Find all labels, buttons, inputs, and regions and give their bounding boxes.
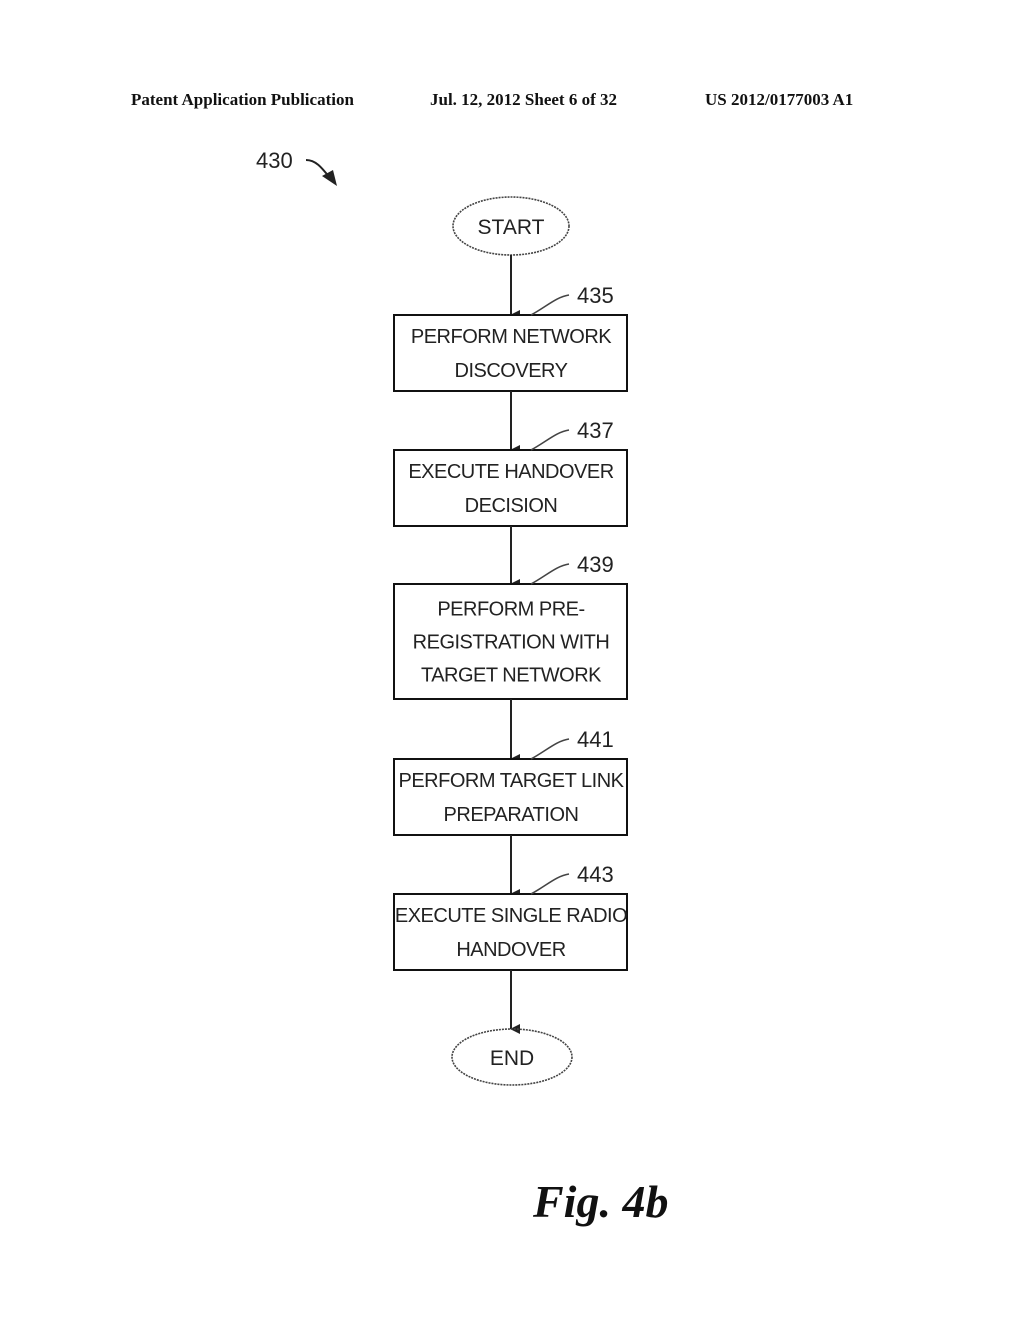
- end-label: END: [490, 1047, 534, 1070]
- process-step-text: TARGET NETWORK: [421, 665, 602, 687]
- reference-leader: [530, 563, 570, 585]
- process-step-text: PERFORM NETWORK: [411, 326, 612, 348]
- reference-leader: [530, 294, 570, 316]
- reference-leader: [530, 429, 570, 451]
- reference-number: 443: [577, 862, 614, 887]
- end-terminal: END: [451, 1028, 573, 1086]
- reference-number: 439: [577, 552, 614, 577]
- process-step-text: REGISTRATION WITH: [413, 632, 610, 654]
- process-step-text: PERFORM PRE-: [437, 599, 584, 621]
- start-terminal: START: [452, 196, 570, 256]
- process-step-text: EXECUTE HANDOVER: [408, 461, 613, 483]
- process-step-text: PREPARATION: [444, 804, 579, 826]
- figure-label: Fig. 4b: [533, 1176, 669, 1227]
- process-step-text: DECISION: [465, 495, 558, 517]
- reference-number: 441: [577, 727, 614, 752]
- process-step-text: EXECUTE SINGLE RADIO: [395, 905, 627, 927]
- process-step-text: HANDOVER: [456, 939, 565, 961]
- start-label: START: [478, 216, 545, 239]
- process-step-text: PERFORM TARGET LINK: [399, 770, 625, 792]
- reference-leader: [530, 873, 570, 895]
- figure-reference-label: 430: [256, 148, 293, 173]
- reference-number: 437: [577, 418, 614, 443]
- flowchart: 430 START PERFORM NETWORK DISCOVERY 435 EXE…: [256, 148, 628, 1086]
- reference-leader: [530, 738, 570, 760]
- reference-number: 435: [577, 283, 614, 308]
- process-step-text: DISCOVERY: [455, 360, 568, 382]
